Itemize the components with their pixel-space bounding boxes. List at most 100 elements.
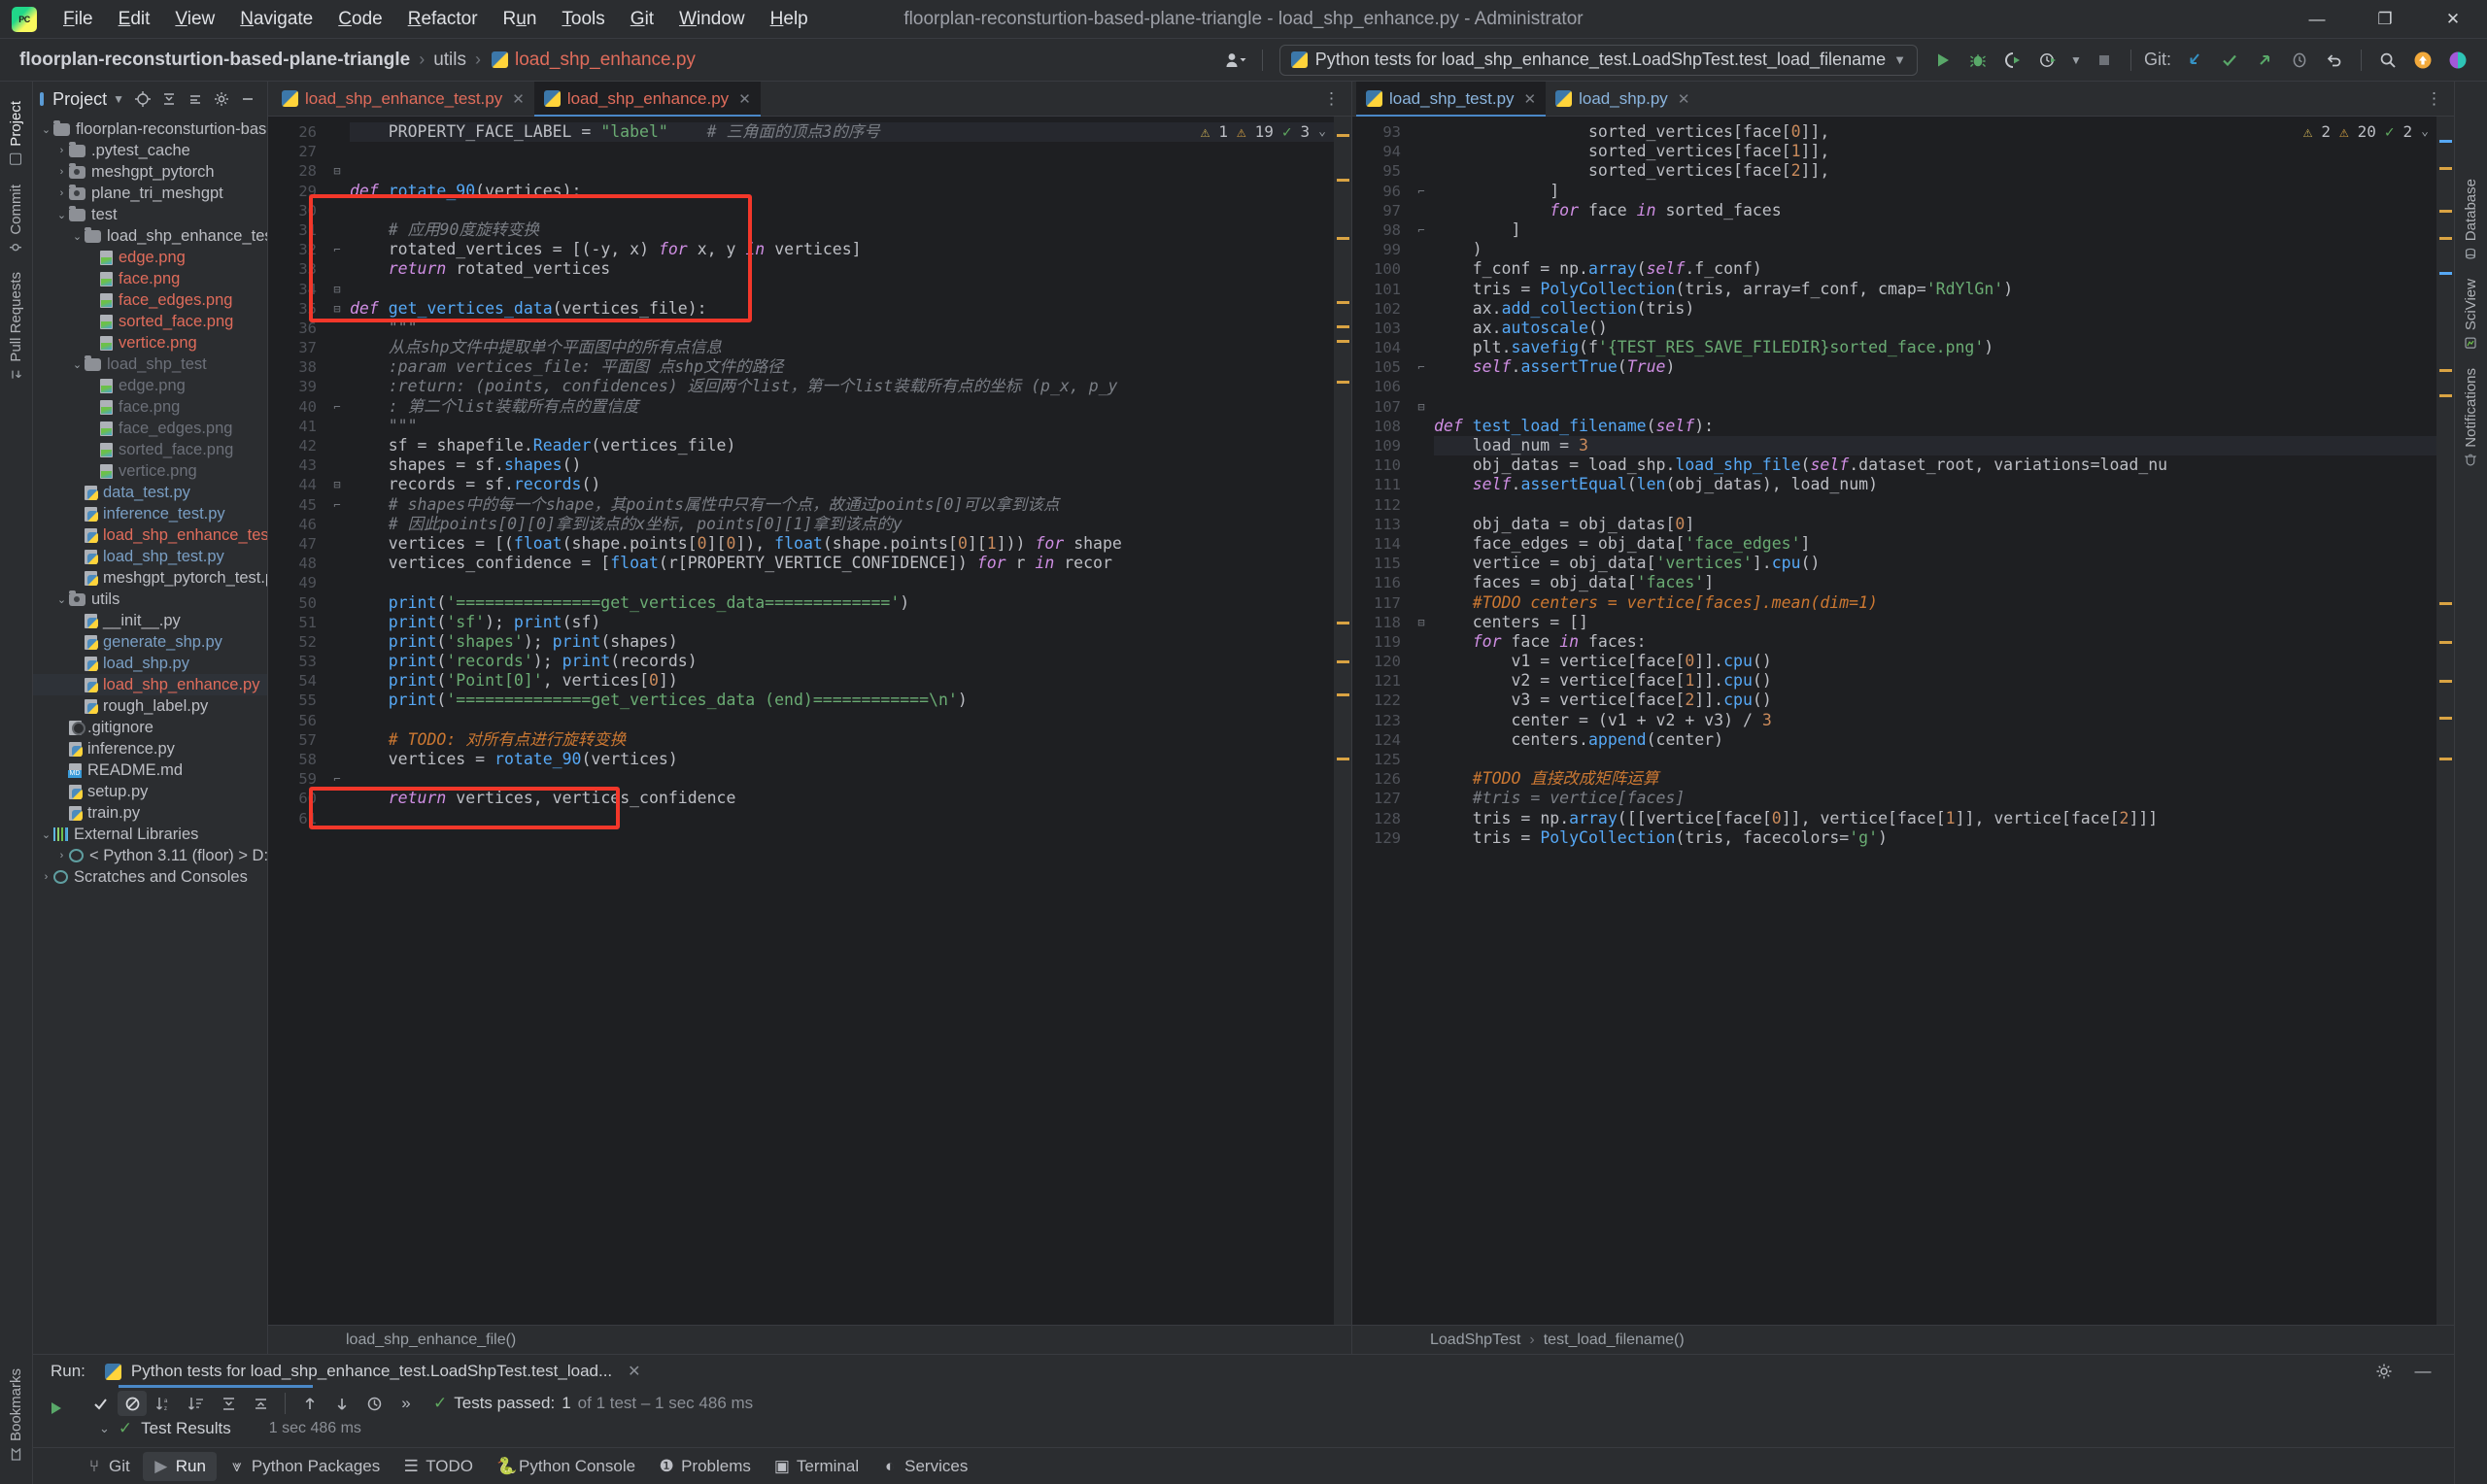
gear-icon[interactable] bbox=[2367, 1356, 2402, 1387]
code-line[interactable]: print('shapes'); print(shapes) bbox=[350, 632, 1351, 652]
code-line[interactable]: for face in sorted_faces bbox=[1434, 201, 2454, 220]
code-line[interactable]: obj_data = obj_datas[0] bbox=[1434, 515, 2454, 534]
fold-marker[interactable]: ⌐ bbox=[1409, 220, 1434, 240]
code-line[interactable]: v2 = vertice[face[1]].cpu() bbox=[1434, 671, 2454, 691]
minimize-button[interactable]: — bbox=[2283, 0, 2351, 39]
fold-marker[interactable]: ⌐ bbox=[324, 495, 350, 515]
code-line[interactable]: v1 = vertice[face[0]].cpu() bbox=[1434, 652, 2454, 671]
fold-gutter-left[interactable]: ⊟ ⌐ ⊟ ⊟ ⌐ ⊟ ⌐ ⌐ bbox=[324, 117, 350, 1325]
tree-item[interactable]: load_shp.py bbox=[33, 653, 267, 674]
code-line[interactable] bbox=[350, 280, 1351, 299]
code-line[interactable]: ] bbox=[1434, 182, 2454, 201]
fold-marker[interactable]: ⌐ bbox=[324, 240, 350, 259]
tree-expand-arrow[interactable]: ⌄ bbox=[39, 123, 53, 136]
menu-help[interactable]: Help bbox=[758, 4, 821, 35]
code-line[interactable]: self.assertEqual(len(obj_datas), load_nu… bbox=[1434, 475, 2454, 494]
close-button[interactable]: ✕ bbox=[2419, 0, 2487, 39]
code-line[interactable] bbox=[1434, 397, 2454, 417]
fold-marker[interactable]: ⊟ bbox=[324, 299, 350, 319]
tree-item[interactable]: rough_label.py bbox=[33, 695, 267, 717]
tree-item[interactable]: › meshgpt_pytorch bbox=[33, 161, 267, 183]
tree-item[interactable]: face.png bbox=[33, 396, 267, 418]
tree-expand-arrow[interactable]: ⌄ bbox=[54, 209, 69, 221]
code-line[interactable]: # shapes中的每一个shape，其points属性中只有一个点，故通过po… bbox=[350, 495, 1351, 515]
tab-load-shp-enhance-test[interactable]: load_shp_enhance_test.py ✕ bbox=[272, 82, 534, 117]
tool-window-python-console[interactable]: 🐍 Python Console bbox=[486, 1452, 646, 1481]
editor-breadcrumb-left[interactable]: load_shp_enhance_file() bbox=[268, 1325, 1351, 1354]
breadcrumb-folder[interactable]: utils bbox=[433, 50, 466, 71]
code-line[interactable]: rotated_vertices = [(-y, x) for x, y in … bbox=[350, 240, 1351, 259]
code-line[interactable]: def get_vertices_data(vertices_file): bbox=[350, 299, 1351, 319]
test-results-tree[interactable]: ⌄ ✓ Test Results 1 sec 486 ms bbox=[80, 1419, 2454, 1438]
tree-item[interactable]: generate_shp.py bbox=[33, 631, 267, 653]
tool-window-run[interactable]: ▶ Run bbox=[142, 1451, 217, 1481]
code-line[interactable]: def rotate_90(vertices): bbox=[350, 182, 1351, 201]
tab-overflow-icon[interactable]: ⋮ bbox=[2414, 89, 2454, 109]
menu-refactor[interactable]: Refactor bbox=[395, 4, 491, 35]
menu-window[interactable]: Window bbox=[666, 4, 758, 35]
code-line[interactable]: vertices = [(float(shape.points[0][0]), … bbox=[350, 534, 1351, 554]
close-icon[interactable]: ✕ bbox=[628, 1362, 640, 1381]
tree-expand-arrow[interactable]: › bbox=[54, 187, 69, 199]
menu-navigate[interactable]: Navigate bbox=[227, 4, 325, 35]
run-configuration-selector[interactable]: Python tests for load_shp_enhance_test.L… bbox=[1278, 44, 1918, 76]
tree-item[interactable]: ⌄ load_shp_enhance_test bbox=[33, 225, 267, 247]
code-line[interactable]: print('records'); print(records) bbox=[350, 652, 1351, 671]
inspection-widget-right[interactable]: ⚠ 2 ⚠ 20 ✓ 2 ⌄ bbox=[2303, 122, 2429, 141]
fold-gutter-right[interactable]: ⌐ ⌐ ⌐ ⊟ ⊟ bbox=[1409, 117, 1434, 1325]
tree-item[interactable]: load_shp_test.py bbox=[33, 546, 267, 567]
sidebar-item-pull-requests[interactable]: Pull Requests bbox=[5, 262, 27, 390]
close-icon[interactable]: ✕ bbox=[738, 90, 751, 108]
tree-item[interactable]: .gitignore bbox=[33, 717, 267, 738]
tree-item[interactable]: ⌄ utils bbox=[33, 589, 267, 610]
hide-panel-icon[interactable] bbox=[235, 86, 260, 112]
editor-breadcrumb-right[interactable]: LoadShpTest › test_load_filename() bbox=[1352, 1325, 2454, 1354]
code-line[interactable]: """ bbox=[350, 319, 1351, 338]
code-line[interactable]: :param vertices_file: 平面图 点shp文件的路径 bbox=[350, 357, 1351, 377]
code-line[interactable] bbox=[1434, 495, 2454, 515]
code-line[interactable]: load_num = 3 bbox=[1434, 436, 2454, 456]
code-line[interactable]: faces = obj_data['faces'] bbox=[1434, 573, 2454, 592]
git-history-icon[interactable] bbox=[2282, 45, 2317, 76]
code-line[interactable]: tris = PolyCollection(tris, facecolors='… bbox=[1434, 828, 2454, 848]
menu-file[interactable]: File bbox=[51, 4, 106, 35]
code-line[interactable]: sorted_vertices[face[2]], bbox=[1434, 161, 2454, 181]
sidebar-item-commit[interactable]: Commit bbox=[5, 175, 27, 263]
tree-item[interactable]: sorted_face.png bbox=[33, 311, 267, 332]
sidebar-item-bookmarks[interactable]: Bookmarks bbox=[5, 1359, 27, 1470]
marker-bar-left[interactable] bbox=[1334, 117, 1351, 1325]
menu-edit[interactable]: Edit bbox=[106, 4, 163, 35]
tab-overflow-icon[interactable]: ⋮ bbox=[1312, 89, 1351, 109]
sidebar-item-database[interactable]: Database bbox=[2460, 169, 2482, 269]
code-line[interactable]: records = sf.records() bbox=[350, 475, 1351, 494]
code-line[interactable]: # 应用90度旋转变换 bbox=[350, 220, 1351, 240]
tree-item[interactable]: __init__.py bbox=[33, 610, 267, 631]
code-line[interactable]: vertice = obj_data['vertices'].cpu() bbox=[1434, 554, 2454, 573]
code-line[interactable]: """ bbox=[350, 417, 1351, 436]
tree-item[interactable]: face.png bbox=[33, 268, 267, 289]
sort-alpha-icon[interactable]: az bbox=[150, 1391, 179, 1416]
git-update-icon[interactable] bbox=[2177, 45, 2212, 76]
tab-load-shp[interactable]: load_shp.py ✕ bbox=[1546, 82, 1699, 117]
run-panel-config-name[interactable]: Python tests for load_shp_enhance_test.L… bbox=[131, 1362, 612, 1381]
tool-window-todo[interactable]: ☰ TODO bbox=[392, 1452, 484, 1481]
code-line[interactable]: :return: (points, confidences) 返回两个list，… bbox=[350, 377, 1351, 396]
fold-marker[interactable]: ⌐ bbox=[324, 769, 350, 789]
sidebar-item-notifications[interactable]: Notifications bbox=[2460, 358, 2482, 477]
code-line[interactable]: center = (v1 + v2 + v3) / 3 bbox=[1434, 711, 2454, 730]
search-icon[interactable] bbox=[2370, 45, 2405, 76]
code-line[interactable]: self.assertTrue(True) bbox=[1434, 357, 2454, 377]
code-line[interactable] bbox=[350, 809, 1351, 828]
collapse-all-icon[interactable] bbox=[156, 86, 182, 112]
gear-icon[interactable] bbox=[209, 86, 234, 112]
debug-button[interactable] bbox=[1960, 45, 1995, 76]
tree-item[interactable]: › .pytest_cache bbox=[33, 140, 267, 161]
tree-item[interactable]: face_edges.png bbox=[33, 418, 267, 439]
code-line[interactable]: sorted_vertices[face[0]], bbox=[1434, 122, 2454, 142]
tree-expand-arrow[interactable]: ⌄ bbox=[70, 358, 85, 371]
code-line[interactable]: v3 = vertice[face[2]].cpu() bbox=[1434, 691, 2454, 710]
profile-button[interactable] bbox=[2030, 45, 2065, 76]
expand-icon[interactable] bbox=[183, 86, 208, 112]
code-line[interactable]: print('Point[0]', vertices[0]) bbox=[350, 671, 1351, 691]
close-icon[interactable]: ✕ bbox=[1524, 90, 1537, 108]
